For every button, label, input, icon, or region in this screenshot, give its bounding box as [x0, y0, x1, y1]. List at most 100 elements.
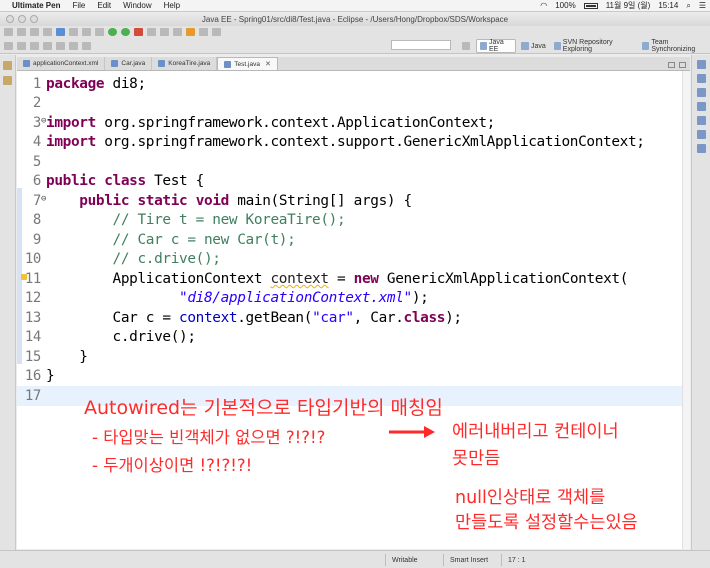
- deploy-icon[interactable]: [69, 28, 78, 36]
- line-number[interactable]: 8: [17, 212, 46, 228]
- code-token: }: [46, 368, 55, 385]
- code-token: , Car.: [353, 309, 404, 326]
- terminal-icon[interactable]: [82, 28, 91, 36]
- code-line[interactable]: 13 Car c = context .getBean("car", Car. cl…: [17, 308, 682, 328]
- line-number[interactable]: 14: [17, 329, 46, 345]
- status-insert-mode[interactable]: Smart Insert: [443, 554, 501, 566]
- previous-annotation-icon[interactable]: [43, 41, 52, 50]
- new-icon[interactable]: [4, 28, 13, 36]
- code-line[interactable]: 5: [17, 152, 682, 172]
- new-class-icon[interactable]: [173, 28, 182, 36]
- warning-icon[interactable]: [21, 274, 27, 280]
- code-token: new: [353, 270, 379, 287]
- menu-help[interactable]: Help: [164, 1, 180, 10]
- menubar-time[interactable]: 15:14: [658, 1, 678, 10]
- search-icon[interactable]: ⌕: [686, 1, 690, 11]
- console-view-icon[interactable]: [696, 144, 706, 153]
- code-line[interactable]: 15 }: [17, 347, 682, 367]
- line-number[interactable]: 4: [17, 134, 46, 150]
- package-explorer-icon[interactable]: [3, 61, 12, 70]
- next-annotation-icon[interactable]: [30, 41, 39, 50]
- server-icon[interactable]: [56, 28, 65, 36]
- run-icon[interactable]: [121, 28, 130, 36]
- debug-icon[interactable]: [108, 28, 117, 36]
- battery-icon[interactable]: [583, 2, 598, 9]
- close-tab-icon[interactable]: ✕: [265, 60, 271, 68]
- code-token: "car": [312, 309, 354, 326]
- tab-test-java[interactable]: Test.java ✕: [217, 57, 278, 70]
- line-number[interactable]: 10: [17, 251, 46, 267]
- restore-icon[interactable]: [696, 60, 706, 69]
- code-line[interactable]: 16}: [17, 367, 682, 387]
- editor-tab-bar: applicationContext.xml Car.java KoreaTir…: [17, 57, 690, 71]
- code-line[interactable]: 9 // Car c = new Car(t);: [17, 230, 682, 250]
- save-all-icon[interactable]: [30, 28, 39, 36]
- open-type-icon[interactable]: [186, 28, 195, 36]
- line-number[interactable]: 15: [17, 349, 46, 365]
- code-line[interactable]: 10 // c.drive();: [17, 250, 682, 270]
- open-task-icon[interactable]: [199, 28, 208, 36]
- menu-window[interactable]: Window: [123, 1, 151, 10]
- toggle-breadcrumb-icon[interactable]: [4, 41, 13, 50]
- line-number[interactable]: 1: [17, 76, 46, 92]
- code-line[interactable]: 14 c.drive();: [17, 328, 682, 348]
- save-icon[interactable]: [17, 28, 26, 36]
- perspective-svn[interactable]: SVN Repository Exploring: [551, 39, 638, 53]
- perspective-label: SVN Repository Exploring: [562, 39, 613, 53]
- tab-car-java[interactable]: Car.java: [105, 57, 153, 70]
- line-number[interactable]: 2: [17, 95, 46, 111]
- outline-icon[interactable]: [696, 74, 706, 83]
- new-package-icon[interactable]: [160, 28, 169, 36]
- back-icon[interactable]: [69, 41, 78, 50]
- mark-occurrences-icon[interactable]: [17, 41, 26, 50]
- code-line[interactable]: 11 ApplicationContext context = new Gene…: [17, 269, 682, 289]
- notification-list-icon[interactable]: ☰: [699, 1, 706, 10]
- task-list-icon[interactable]: [696, 88, 706, 97]
- line-number[interactable]: 13: [17, 310, 46, 326]
- open-perspective-icon[interactable]: [462, 42, 470, 50]
- code-line[interactable]: 4 import org.springframework.context.supp…: [17, 133, 682, 153]
- perspective-team-sync[interactable]: Team Synchronizing: [639, 39, 710, 53]
- forward-icon[interactable]: [82, 41, 91, 50]
- perspective-java-ee[interactable]: Java EE: [475, 39, 516, 53]
- servers-icon[interactable]: [696, 130, 706, 139]
- line-number[interactable]: 5: [17, 154, 46, 170]
- minimize-editor-icon[interactable]: [668, 62, 675, 68]
- console-icon[interactable]: [95, 28, 104, 36]
- search-toolbar-icon[interactable]: [212, 28, 221, 36]
- code-editor[interactable]: 1 package di8; 2 3 ⊖ import org.springframewo…: [17, 71, 690, 549]
- markers-icon[interactable]: [696, 102, 706, 111]
- wifi-icon[interactable]: ◠: [540, 1, 547, 10]
- quick-access-input[interactable]: [391, 40, 451, 50]
- line-number[interactable]: 12: [17, 290, 46, 306]
- properties-icon[interactable]: [696, 116, 706, 125]
- code-line[interactable]: 7 ⊖ public static void main(String[] args…: [17, 191, 682, 211]
- line-number[interactable]: 6: [17, 173, 46, 189]
- code-line[interactable]: 6 public class Test {: [17, 172, 682, 192]
- code-line[interactable]: 3 ⊖ import org.springframework.context.App…: [17, 113, 682, 133]
- fold-toggle-icon[interactable]: ⊖: [41, 116, 46, 126]
- code-line[interactable]: 12 "di8/applicationContext.xml");: [17, 289, 682, 309]
- restore-view-icon[interactable]: [3, 76, 12, 85]
- line-number[interactable]: 16: [17, 368, 46, 384]
- menu-edit[interactable]: Edit: [97, 1, 111, 10]
- maximize-editor-icon[interactable]: [679, 62, 686, 68]
- last-edit-location-icon[interactable]: [56, 41, 65, 50]
- tab-korea-tire-java[interactable]: KoreaTire.java: [152, 57, 218, 70]
- tab-application-context-xml[interactable]: applicationContext.xml: [17, 57, 106, 70]
- menu-file[interactable]: File: [72, 1, 85, 10]
- print-icon[interactable]: [43, 28, 52, 36]
- perspective-java[interactable]: Java: [518, 39, 549, 53]
- code-line[interactable]: 1 package di8;: [17, 74, 682, 94]
- fold-toggle-icon[interactable]: ⊖: [41, 194, 46, 204]
- code-line[interactable]: 8 // Tire t = new KoreaTire();: [17, 211, 682, 231]
- line-number[interactable]: 9: [17, 232, 46, 248]
- menu-app-name[interactable]: Ultimate Pen: [12, 1, 60, 10]
- code-line[interactable]: 2: [17, 94, 682, 114]
- external-tools-icon[interactable]: [134, 28, 143, 36]
- line-number[interactable]: 17: [17, 388, 46, 404]
- perspective-label: Team Synchronizing: [651, 39, 696, 53]
- overview-ruler[interactable]: [682, 71, 690, 549]
- new-java-project-icon[interactable]: [147, 28, 156, 36]
